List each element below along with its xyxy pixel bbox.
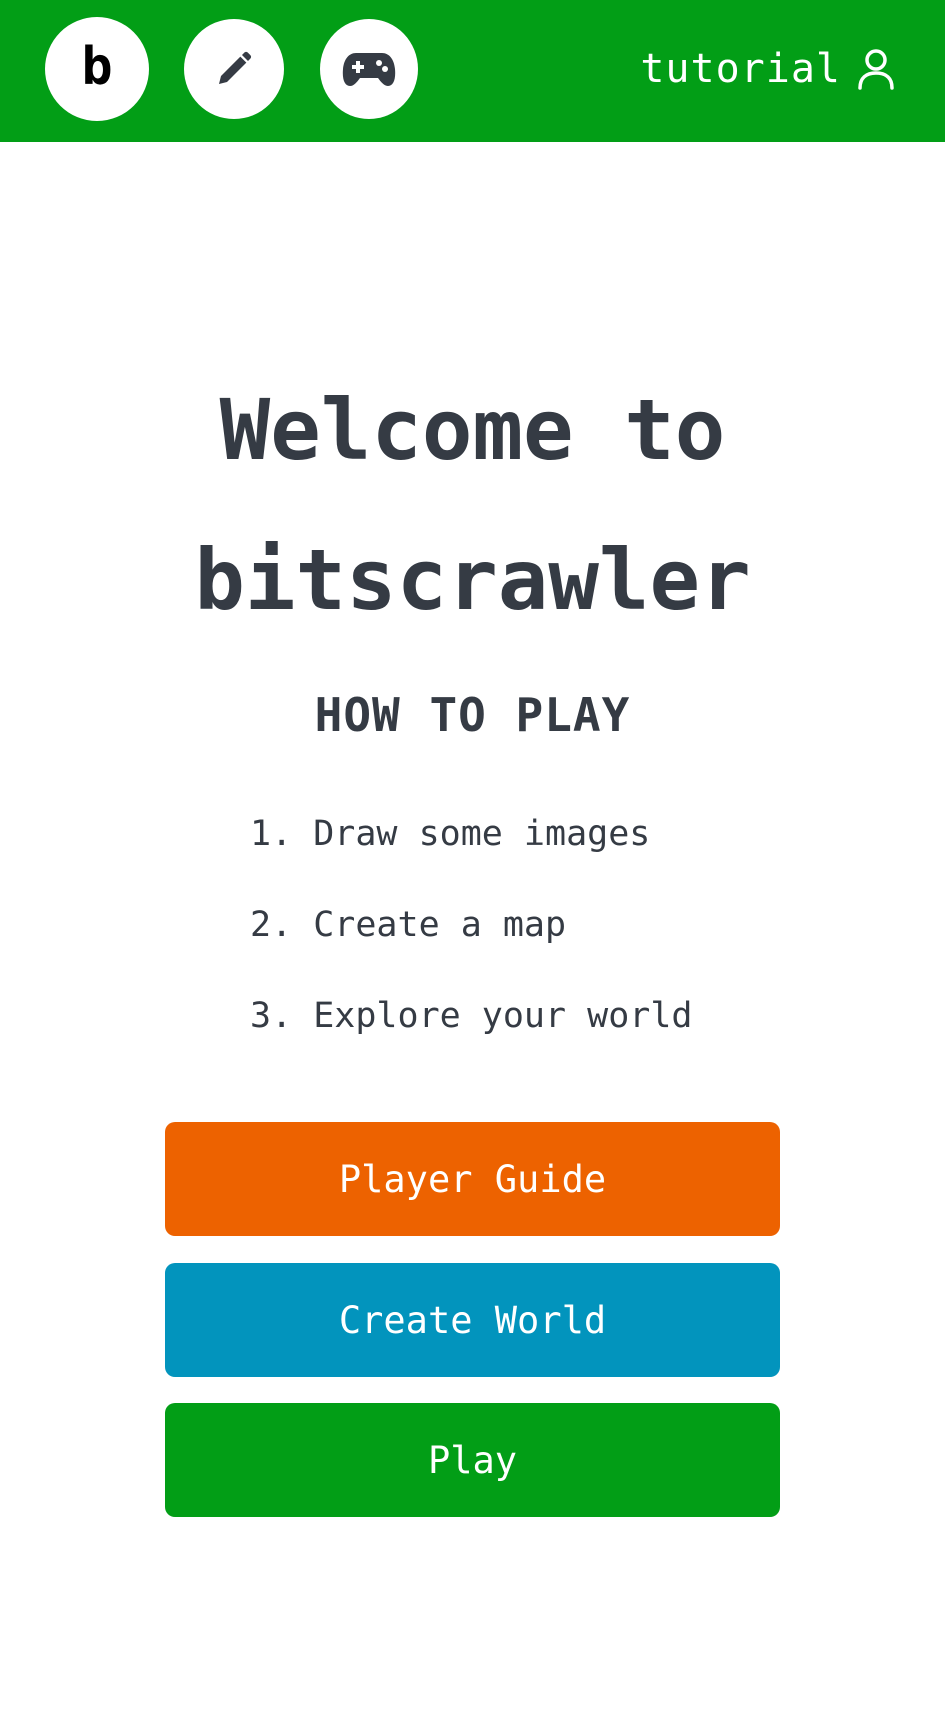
player-guide-button[interactable]: Player Guide — [165, 1122, 780, 1236]
step-item: 3. Explore your world — [250, 996, 693, 1036]
step-item: 1. Draw some images — [250, 814, 651, 854]
bitscrawler-logo-icon: b — [81, 37, 113, 97]
create-world-button[interactable]: Create World — [165, 1263, 780, 1377]
gamepad-icon — [342, 53, 396, 86]
steps-list: 1. Draw some images 2. Create a map 3. E… — [250, 805, 693, 1078]
user-account-link[interactable]: tutorial — [640, 44, 895, 94]
draw-button[interactable] — [184, 19, 284, 119]
pencil-icon — [219, 51, 252, 84]
how-to-play-heading: HOW TO PLAY — [314, 688, 631, 742]
play-game-button[interactable] — [320, 19, 418, 119]
title-line-2: bitscrawler — [194, 531, 751, 629]
top-nav-bar: b tutorial — [0, 0, 945, 142]
page-title: Welcome to bitscrawler — [0, 355, 945, 655]
user-icon — [858, 49, 894, 90]
home-logo-button[interactable]: b — [45, 17, 149, 121]
title-line-1: Welcome to — [219, 381, 726, 479]
step-item: 2. Create a map — [250, 905, 567, 945]
play-button[interactable]: Play — [165, 1403, 780, 1517]
username-label: tutorial — [640, 46, 841, 92]
